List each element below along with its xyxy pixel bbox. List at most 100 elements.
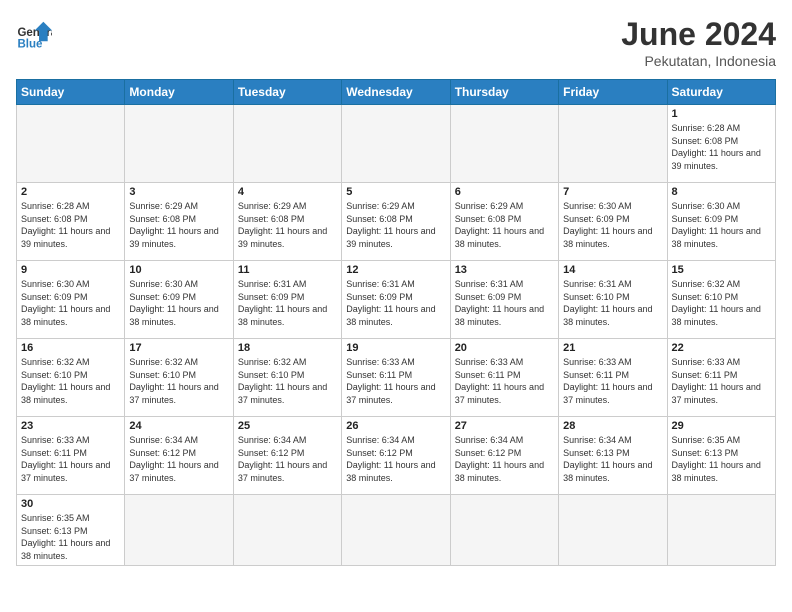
day-number: 14 — [563, 264, 662, 276]
day-info: Sunrise: 6:29 AMSunset: 6:08 PMDaylight:… — [346, 200, 445, 250]
title-block: June 2024 Pekutatan, Indonesia — [621, 16, 776, 69]
day-info: Sunrise: 6:28 AMSunset: 6:08 PMDaylight:… — [672, 122, 771, 172]
day-number: 23 — [21, 420, 120, 432]
day-number: 4 — [238, 186, 337, 198]
day-number: 30 — [21, 498, 120, 510]
day-info: Sunrise: 6:33 AMSunset: 6:11 PMDaylight:… — [563, 356, 662, 406]
calendar-day-cell: 8 Sunrise: 6:30 AMSunset: 6:09 PMDaylight… — [667, 183, 775, 261]
calendar-day-cell: 2 Sunrise: 6:28 AMSunset: 6:08 PMDaylight… — [17, 183, 125, 261]
day-info: Sunrise: 6:30 AMSunset: 6:09 PMDaylight:… — [672, 200, 771, 250]
day-number: 7 — [563, 186, 662, 198]
day-number: 21 — [563, 342, 662, 354]
day-info: Sunrise: 6:31 AMSunset: 6:09 PMDaylight:… — [238, 278, 337, 328]
day-number: 13 — [455, 264, 554, 276]
day-info: Sunrise: 6:28 AMSunset: 6:08 PMDaylight:… — [21, 200, 120, 250]
calendar-day-cell: 13 Sunrise: 6:31 AMSunset: 6:09 PMDayligh… — [450, 261, 558, 339]
day-info: Sunrise: 6:32 AMSunset: 6:10 PMDaylight:… — [21, 356, 120, 406]
calendar-day-cell: 27Sunrise: 6:34 AMSunset: 6:12 PMDayligh… — [450, 417, 558, 495]
calendar-day-cell: 28 Sunrise: 6:34 AMSunset: 6:13 PMDayligh… — [559, 417, 667, 495]
day-number: 22 — [672, 342, 771, 354]
calendar-day-cell: 16 Sunrise: 6:32 AMSunset: 6:10 PMDayligh… — [17, 339, 125, 417]
day-number: 11 — [238, 264, 337, 276]
day-number: 9 — [21, 264, 120, 276]
day-info: Sunrise: 6:31 AMSunset: 6:09 PMDaylight:… — [346, 278, 445, 328]
calendar-day-cell: 10 Sunrise: 6:30 AMSunset: 6:09 PMDayligh… — [125, 261, 233, 339]
calendar-day-cell — [125, 105, 233, 183]
calendar-day-cell: 4 Sunrise: 6:29 AMSunset: 6:08 PMDaylight… — [233, 183, 341, 261]
weekday-header: Sunday — [17, 80, 125, 105]
day-info: Sunrise: 6:31 AMSunset: 6:09 PMDaylight:… — [455, 278, 554, 328]
calendar-day-cell — [559, 495, 667, 566]
day-info: Sunrise: 6:29 AMSunset: 6:08 PMDaylight:… — [455, 200, 554, 250]
logo-icon: General Blue — [16, 16, 52, 52]
calendar-week-row: 1Sunrise: 6:28 AMSunset: 6:08 PMDaylight… — [17, 105, 776, 183]
day-number: 25 — [238, 420, 337, 432]
day-number: 2 — [21, 186, 120, 198]
day-info: Sunrise: 6:33 AMSunset: 6:11 PMDaylight:… — [21, 434, 120, 484]
calendar-day-cell: 3 Sunrise: 6:29 AMSunset: 6:08 PMDaylight… — [125, 183, 233, 261]
day-number: 28 — [563, 420, 662, 432]
weekday-header: Thursday — [450, 80, 558, 105]
calendar-week-row: 30 Sunrise: 6:35 AMSunset: 6:13 PMDayligh… — [17, 495, 776, 566]
day-info: Sunrise: 6:30 AMSunset: 6:09 PMDaylight:… — [21, 278, 120, 328]
calendar-day-cell: 23 Sunrise: 6:33 AMSunset: 6:11 PMDayligh… — [17, 417, 125, 495]
calendar-day-cell — [450, 495, 558, 566]
day-info: Sunrise: 6:34 AMSunset: 6:12 PMDaylight:… — [455, 434, 554, 484]
calendar-day-cell: 15Sunrise: 6:32 AMSunset: 6:10 PMDayligh… — [667, 261, 775, 339]
calendar-day-cell — [233, 105, 341, 183]
calendar-day-cell: 9 Sunrise: 6:30 AMSunset: 6:09 PMDaylight… — [17, 261, 125, 339]
calendar-day-cell: 18Sunrise: 6:32 AMSunset: 6:10 PMDayligh… — [233, 339, 341, 417]
page-header: General Blue June 2024 Pekutatan, Indone… — [16, 16, 776, 69]
calendar-day-cell: 14Sunrise: 6:31 AMSunset: 6:10 PMDayligh… — [559, 261, 667, 339]
day-info: Sunrise: 6:32 AMSunset: 6:10 PMDaylight:… — [129, 356, 228, 406]
calendar-week-row: 9 Sunrise: 6:30 AMSunset: 6:09 PMDaylight… — [17, 261, 776, 339]
day-number: 17 — [129, 342, 228, 354]
day-number: 15 — [672, 264, 771, 276]
calendar-week-row: 16 Sunrise: 6:32 AMSunset: 6:10 PMDayligh… — [17, 339, 776, 417]
day-number: 5 — [346, 186, 445, 198]
calendar-day-cell — [342, 495, 450, 566]
day-number: 8 — [672, 186, 771, 198]
day-number: 10 — [129, 264, 228, 276]
calendar-day-cell: 20Sunrise: 6:33 AMSunset: 6:11 PMDayligh… — [450, 339, 558, 417]
day-info: Sunrise: 6:29 AMSunset: 6:08 PMDaylight:… — [238, 200, 337, 250]
day-info: Sunrise: 6:35 AMSunset: 6:13 PMDaylight:… — [21, 512, 120, 562]
day-info: Sunrise: 6:30 AMSunset: 6:09 PMDaylight:… — [129, 278, 228, 328]
day-info: Sunrise: 6:34 AMSunset: 6:13 PMDaylight:… — [563, 434, 662, 484]
day-number: 26 — [346, 420, 445, 432]
calendar-day-cell: 19Sunrise: 6:33 AMSunset: 6:11 PMDayligh… — [342, 339, 450, 417]
day-info: Sunrise: 6:32 AMSunset: 6:10 PMDaylight:… — [238, 356, 337, 406]
calendar-day-cell: 5 Sunrise: 6:29 AMSunset: 6:08 PMDaylight… — [342, 183, 450, 261]
calendar-day-cell: 24Sunrise: 6:34 AMSunset: 6:12 PMDayligh… — [125, 417, 233, 495]
month-title: June 2024 — [621, 16, 776, 53]
day-number: 12 — [346, 264, 445, 276]
calendar-day-cell: 21 Sunrise: 6:33 AMSunset: 6:11 PMDayligh… — [559, 339, 667, 417]
location: Pekutatan, Indonesia — [621, 53, 776, 69]
calendar-day-cell: 17 Sunrise: 6:32 AMSunset: 6:10 PMDayligh… — [125, 339, 233, 417]
day-number: 3 — [129, 186, 228, 198]
calendar-week-row: 23 Sunrise: 6:33 AMSunset: 6:11 PMDayligh… — [17, 417, 776, 495]
calendar-day-cell: 22 Sunrise: 6:33 AMSunset: 6:11 PMDayligh… — [667, 339, 775, 417]
calendar-day-cell — [450, 105, 558, 183]
calendar-day-cell: 6 Sunrise: 6:29 AMSunset: 6:08 PMDaylight… — [450, 183, 558, 261]
calendar-day-cell: 29 Sunrise: 6:35 AMSunset: 6:13 PMDayligh… — [667, 417, 775, 495]
day-number: 6 — [455, 186, 554, 198]
day-info: Sunrise: 6:33 AMSunset: 6:11 PMDaylight:… — [672, 356, 771, 406]
day-number: 29 — [672, 420, 771, 432]
day-info: Sunrise: 6:34 AMSunset: 6:12 PMDaylight:… — [129, 434, 228, 484]
day-info: Sunrise: 6:34 AMSunset: 6:12 PMDaylight:… — [346, 434, 445, 484]
day-number: 16 — [21, 342, 120, 354]
calendar-day-cell — [233, 495, 341, 566]
weekday-header: Tuesday — [233, 80, 341, 105]
weekday-header: Friday — [559, 80, 667, 105]
day-number: 19 — [346, 342, 445, 354]
weekday-header-row: SundayMondayTuesdayWednesdayThursdayFrid… — [17, 80, 776, 105]
calendar-day-cell: 25 Sunrise: 6:34 AMSunset: 6:12 PMDayligh… — [233, 417, 341, 495]
day-info: Sunrise: 6:35 AMSunset: 6:13 PMDaylight:… — [672, 434, 771, 484]
weekday-header: Monday — [125, 80, 233, 105]
calendar-day-cell — [559, 105, 667, 183]
weekday-header: Saturday — [667, 80, 775, 105]
day-info: Sunrise: 6:29 AMSunset: 6:08 PMDaylight:… — [129, 200, 228, 250]
day-info: Sunrise: 6:34 AMSunset: 6:12 PMDaylight:… — [238, 434, 337, 484]
calendar-day-cell: 11 Sunrise: 6:31 AMSunset: 6:09 PMDayligh… — [233, 261, 341, 339]
